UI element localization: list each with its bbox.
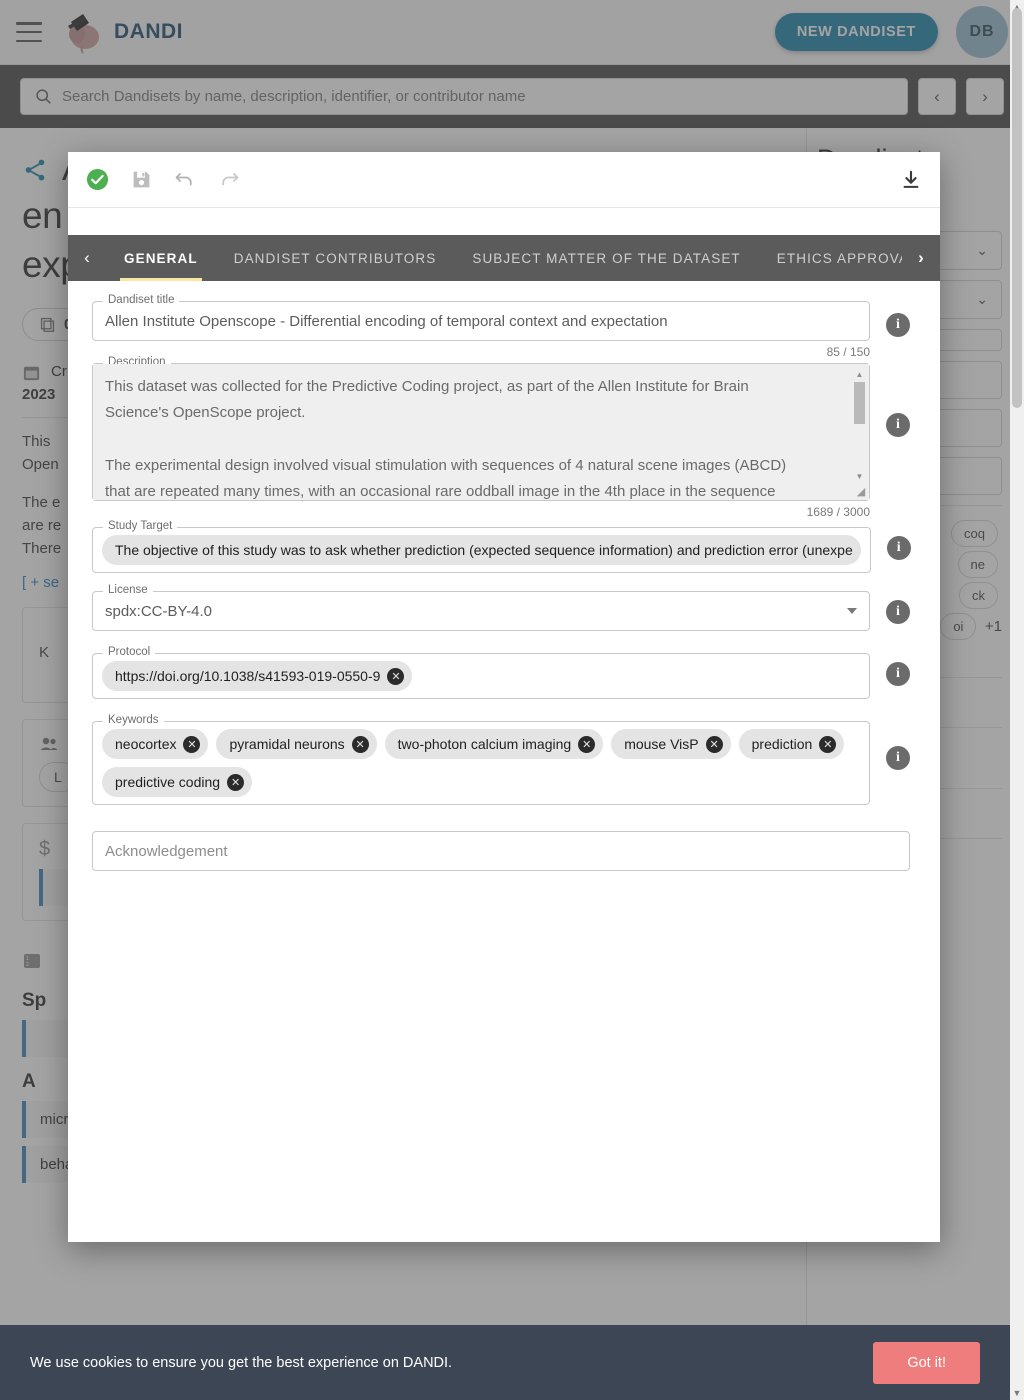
protocol-label: Protocol <box>103 646 156 658</box>
protocol-chip-row: https://doi.org/10.1038/s41593-019-0550-… <box>93 654 869 698</box>
check-circle-icon[interactable] <box>84 167 110 193</box>
study-target-chip-row: The objective of this study was to ask w… <box>93 528 870 572</box>
protocol-input[interactable]: Protocol https://doi.org/10.1038/s41593-… <box>92 646 870 699</box>
keyword-chip-4-label: prediction <box>751 736 813 752</box>
download-icon[interactable] <box>898 167 924 193</box>
page-scrollbar[interactable]: ▲ ▼ <box>1010 0 1024 1400</box>
undo-arrow-icon[interactable] <box>172 167 198 193</box>
info-icon-study-target[interactable]: i <box>886 536 911 560</box>
modal-tab-bar: ‹ GENERAL DANDISET CONTRIBUTORS SUBJECT … <box>68 235 940 281</box>
modal-toolbar <box>68 152 940 208</box>
keyword-chip-3-label: mouse VisP <box>624 736 699 752</box>
modal-form-body: Dandiset title Allen Institute Openscope… <box>68 281 940 1242</box>
keywords-input[interactable]: Keywords neocortex ✕ pyramidal neurons ✕ <box>92 714 870 805</box>
field-license: License spdx:CC-BY-4.0 i <box>92 584 910 631</box>
description-line-1: Science's OpenScope project. <box>105 404 306 422</box>
chevron-down-icon-license[interactable] <box>847 608 857 614</box>
info-icon-description[interactable]: i <box>886 413 910 437</box>
tab-ethics-approvals[interactable]: ETHICS APPROVALS <box>759 235 902 281</box>
license-label: License <box>103 584 153 596</box>
keyword-chip-1[interactable]: pyramidal neurons ✕ <box>216 729 377 759</box>
chevron-right-icon[interactable]: › <box>902 235 940 281</box>
keyword-chip-5[interactable]: predictive coding ✕ <box>102 767 253 797</box>
info-icon-keywords[interactable]: i <box>886 746 910 770</box>
tab-subject-matter[interactable]: SUBJECT MATTER OF THE DATASET <box>454 235 758 281</box>
license-select-row: spdx:CC-BY-4.0 <box>93 592 869 630</box>
chevron-left-icon[interactable]: ‹ <box>68 235 106 281</box>
keyword-chip-3-remove-icon[interactable]: ✕ <box>705 735 723 753</box>
keyword-chip-5-label: predictive coding <box>115 774 221 790</box>
keywords-chip-row: neocortex ✕ pyramidal neurons ✕ two-phot… <box>93 722 869 804</box>
field-dandiset-title: Dandiset title Allen Institute Openscope… <box>92 294 910 359</box>
app-root: DANDI NEW DANDISET DB Search Dandisets b… <box>0 0 1024 1400</box>
redo-arrow-icon[interactable] <box>216 167 242 193</box>
description-line-3: The experimental design involved visual … <box>105 456 787 474</box>
dandiset-title-counter: 85 / 150 <box>826 345 870 359</box>
keywords-label: Keywords <box>103 714 164 726</box>
study-target-chip[interactable]: The objective of this study was to ask w… <box>102 535 861 565</box>
keyword-chip-4[interactable]: prediction ✕ <box>738 729 845 759</box>
tab-general[interactable]: GENERAL <box>106 235 216 281</box>
description-input[interactable]: Description This dataset was collected f… <box>92 356 870 501</box>
license-select[interactable]: License spdx:CC-BY-4.0 <box>92 584 870 631</box>
cookie-banner: We use cookies to ensure you get the bes… <box>0 1325 1010 1400</box>
description-line-blank <box>105 427 857 453</box>
keyword-chip-5-remove-icon[interactable]: ✕ <box>227 773 245 791</box>
field-description: Description This dataset was collected f… <box>92 356 910 519</box>
metadata-editor-modal: ‹ GENERAL DANDISET CONTRIBUTORS SUBJECT … <box>68 152 940 1242</box>
description-resize-handle[interactable]: ◢ <box>854 485 868 499</box>
protocol-chip-0[interactable]: https://doi.org/10.1038/s41593-019-0550-… <box>102 661 413 691</box>
cookie-accept-button[interactable]: Got it! <box>873 1341 980 1384</box>
study-target-input[interactable]: Study Target The objective of this study… <box>92 520 871 573</box>
dandiset-title-value: Allen Institute Openscope - Differential… <box>105 312 668 330</box>
keyword-chip-4-remove-icon[interactable]: ✕ <box>819 735 837 753</box>
modal-tabs: GENERAL DANDISET CONTRIBUTORS SUBJECT MA… <box>106 235 902 281</box>
field-study-target: Study Target The objective of this study… <box>92 520 911 573</box>
cookie-message: We use cookies to ensure you get the bes… <box>30 1354 453 1371</box>
scroll-down-arrow[interactable]: ▼ <box>1010 1386 1024 1400</box>
field-keywords: Keywords neocortex ✕ pyramidal neurons ✕ <box>92 714 910 805</box>
acknowledgement-placeholder: Acknowledgement <box>105 842 228 860</box>
page-scroll-thumb[interactable] <box>1012 8 1022 408</box>
protocol-chip-0-remove-icon[interactable]: ✕ <box>387 667 405 685</box>
description-scroll-thumb[interactable] <box>854 382 865 424</box>
description-line-4: that are repeated many times, with an oc… <box>105 483 776 500</box>
study-target-label: Study Target <box>103 520 178 532</box>
description-counter: 1689 / 3000 <box>806 505 870 519</box>
keyword-chip-0-label: neocortex <box>115 736 177 752</box>
save-disk-icon[interactable] <box>128 167 154 193</box>
protocol-chip-0-label: https://doi.org/10.1038/s41593-019-0550-… <box>115 668 381 684</box>
keyword-chip-0-remove-icon[interactable]: ✕ <box>183 735 201 753</box>
license-value: spdx:CC-BY-4.0 <box>105 602 212 620</box>
toolbar-gap <box>68 208 940 235</box>
keyword-chip-0[interactable]: neocortex ✕ <box>102 729 209 759</box>
description-scroll-down-arrow[interactable]: ▼ <box>855 470 864 484</box>
info-icon-title[interactable]: i <box>886 313 910 337</box>
keyword-chip-2-label: two-photon calcium imaging <box>397 736 572 752</box>
keyword-chip-2-remove-icon[interactable]: ✕ <box>578 735 596 753</box>
keyword-chip-1-label: pyramidal neurons <box>229 736 345 752</box>
dandiset-title-input[interactable]: Dandiset title Allen Institute Openscope… <box>92 294 870 341</box>
tab-dandiset-contributors[interactable]: DANDISET CONTRIBUTORS <box>216 235 455 281</box>
description-scrollbar[interactable]: ▲ ▼ <box>852 366 867 498</box>
keyword-chip-3[interactable]: mouse VisP ✕ <box>611 729 731 759</box>
description-scroll-up-arrow[interactable]: ▲ <box>855 368 864 382</box>
info-icon-protocol[interactable]: i <box>886 662 910 686</box>
keyword-chip-1-remove-icon[interactable]: ✕ <box>351 735 369 753</box>
field-protocol: Protocol https://doi.org/10.1038/s41593-… <box>92 646 910 699</box>
info-icon-license[interactable]: i <box>886 600 910 624</box>
keyword-chip-2[interactable]: two-photon calcium imaging ✕ <box>384 729 604 759</box>
acknowledgement-input[interactable]: Acknowledgement <box>92 831 910 871</box>
dandiset-title-label: Dandiset title <box>103 294 180 306</box>
description-value[interactable]: This dataset was collected for the Predi… <box>93 364 869 500</box>
description-line-0: This dataset was collected for the Predi… <box>105 378 749 395</box>
